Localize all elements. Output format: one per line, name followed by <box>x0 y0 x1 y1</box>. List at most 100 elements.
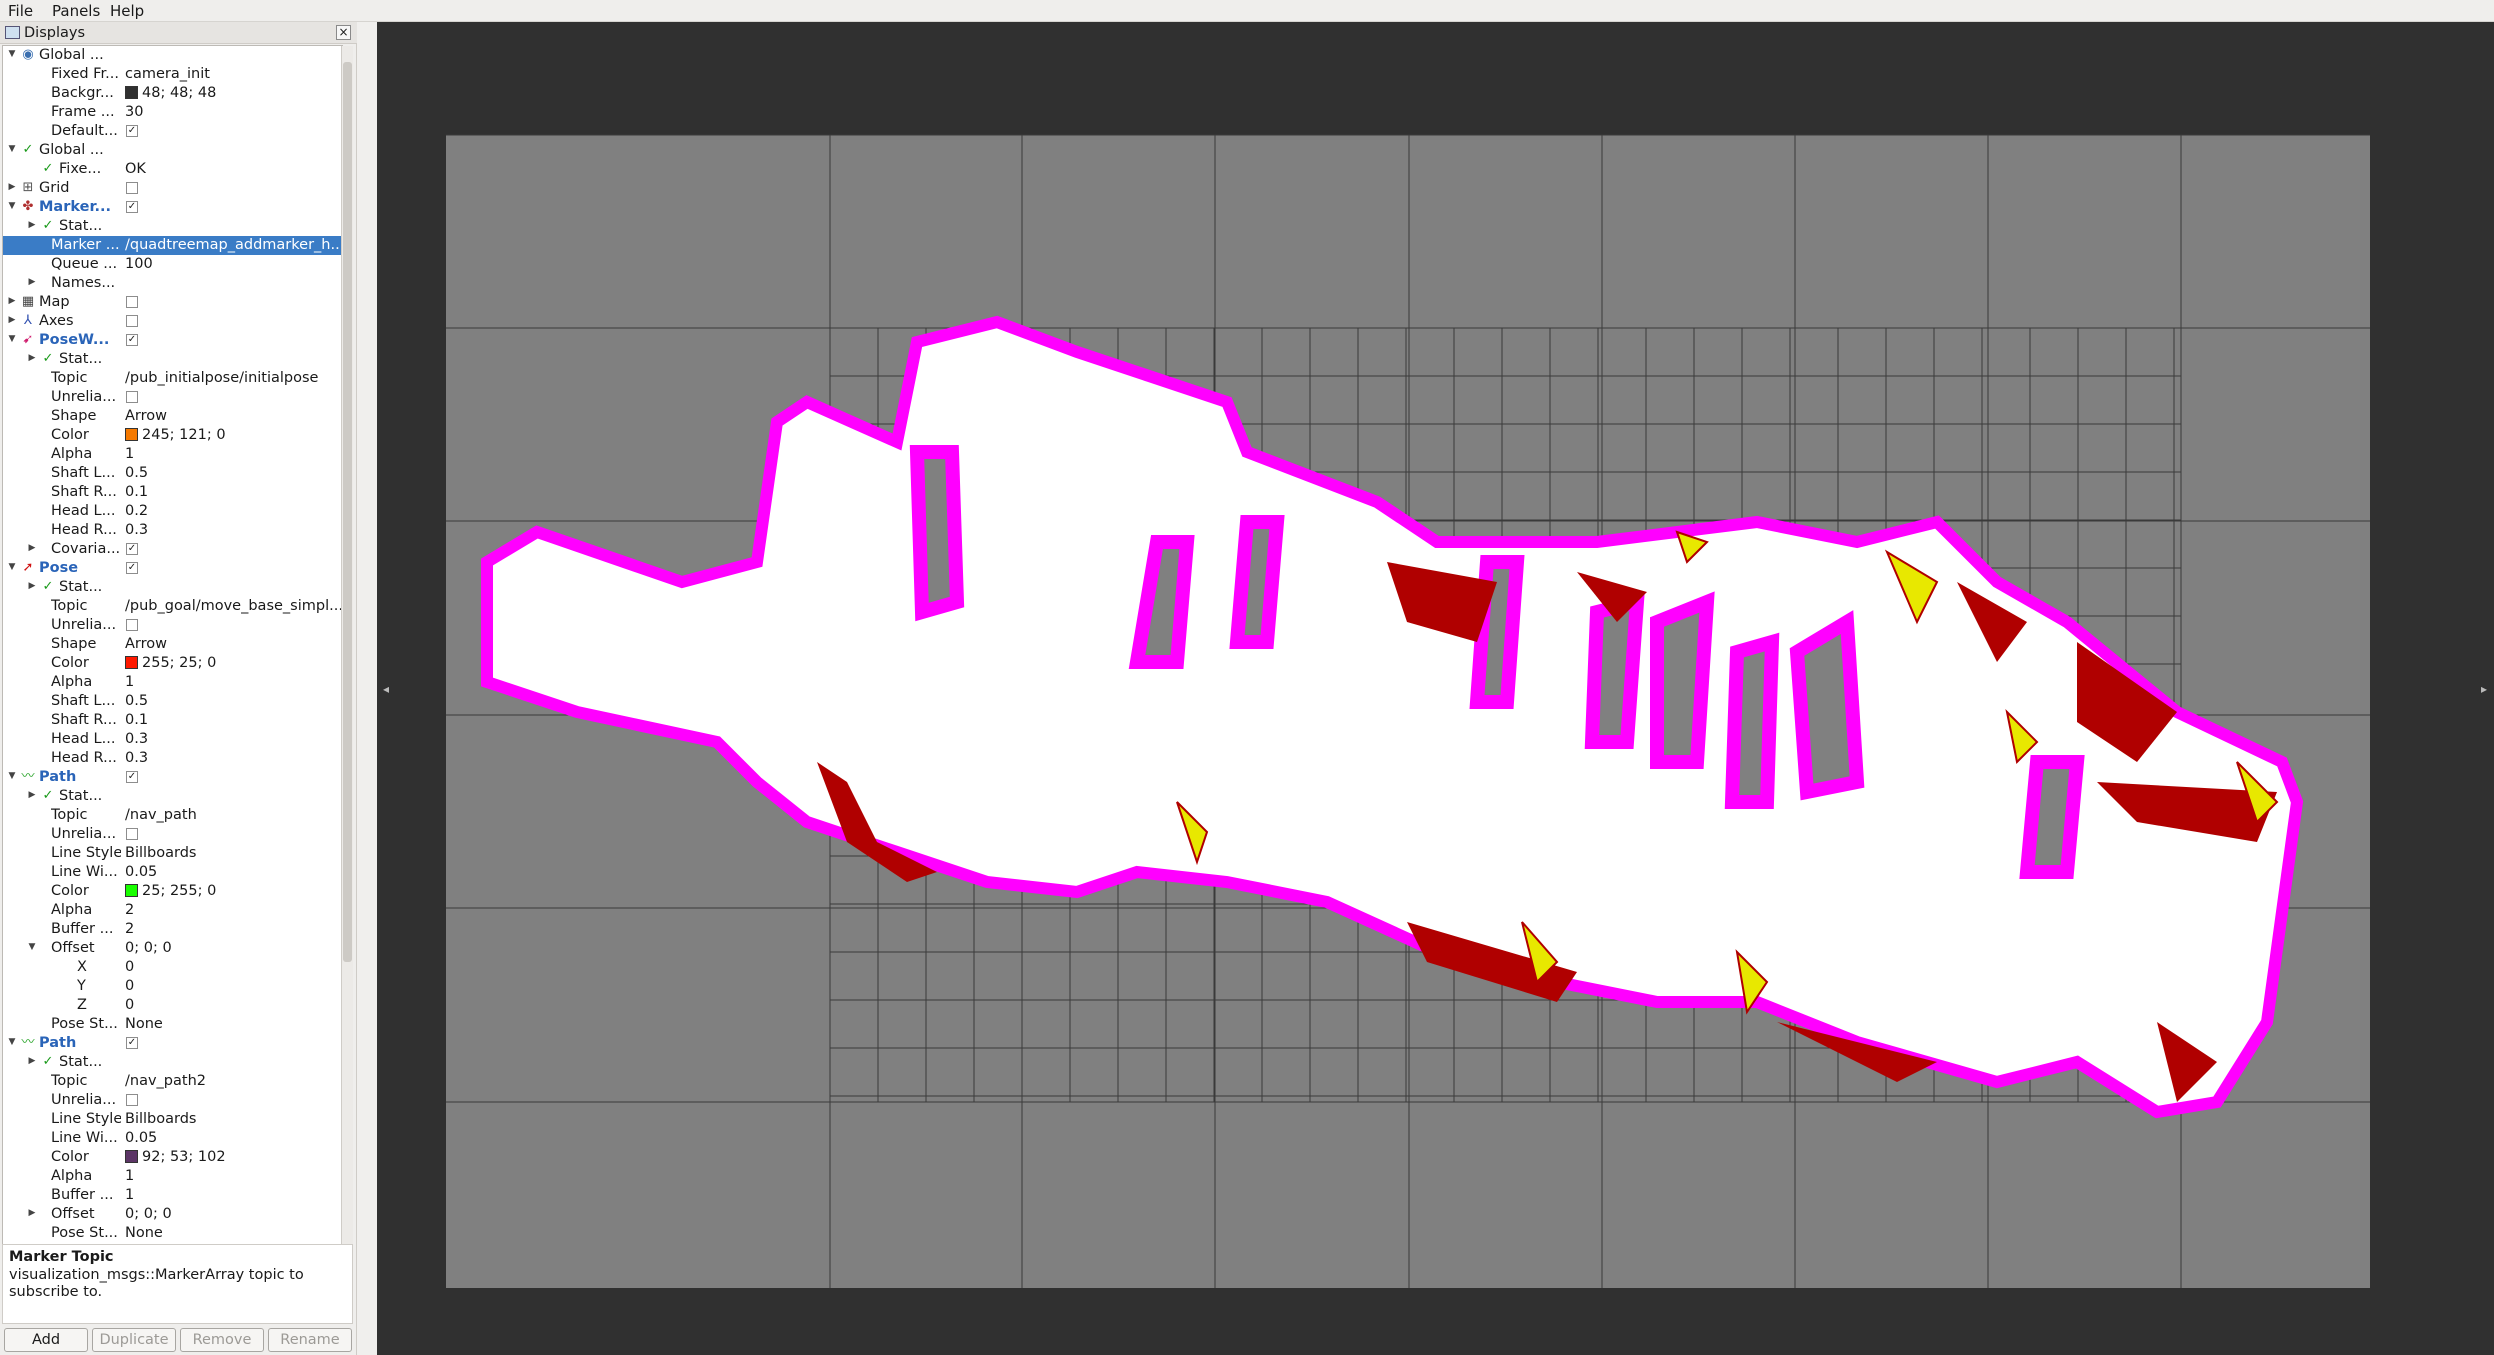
close-icon[interactable]: × <box>336 25 351 40</box>
tree-row[interactable]: Shaft L... 0.5 <box>3 464 342 483</box>
tree-row[interactable]: Shape Arrow <box>3 407 342 426</box>
property-value[interactable]: /nav_path2 <box>125 1073 342 1089</box>
tree-row[interactable]: Alpha 1 <box>3 673 342 692</box>
expand-closed-icon[interactable]: ▶ <box>27 1056 37 1066</box>
property-value[interactable]: camera_init <box>125 66 342 82</box>
property-value[interactable]: Billboards <box>125 1111 342 1127</box>
tree-row[interactable]: Unrelia... <box>3 825 342 844</box>
tree-row[interactable]: Shaft R... 0.1 <box>3 483 342 502</box>
property-value[interactable]: None <box>125 1225 342 1241</box>
expand-closed-icon[interactable]: ▶ <box>27 790 37 800</box>
tree-row[interactable]: Topic/pub_goal/move_base_simpl... <box>3 597 342 616</box>
expand-closed-icon[interactable]: ▶ <box>27 1208 37 1218</box>
tree-row[interactable]: Topic/nav_path2 <box>3 1072 342 1091</box>
tree-row[interactable]: ▶ ⊞ Grid <box>3 179 342 198</box>
menu-help[interactable]: Help <box>110 2 144 20</box>
tree-row[interactable]: Shaft R... 0.1 <box>3 711 342 730</box>
tree-row[interactable]: ▼ ➚ Pose ✓ <box>3 559 342 578</box>
add-button[interactable]: Add <box>4 1328 88 1352</box>
property-checkbox[interactable] <box>126 828 138 840</box>
tree-row[interactable]: Color 245; 121; 0 <box>3 426 342 445</box>
expand-closed-icon[interactable]: ▶ <box>27 220 37 230</box>
property-checkbox[interactable] <box>126 391 138 403</box>
expand-closed-icon[interactable]: ▶ <box>7 315 17 325</box>
tree-row[interactable]: ▼ ➹ PoseW... ✓ <box>3 331 342 350</box>
property-value[interactable]: 0.5 <box>125 465 342 481</box>
tree-row[interactable]: Color 25; 255; 0 <box>3 882 342 901</box>
property-value[interactable]: Billboards <box>125 845 342 861</box>
tree-row[interactable]: Unrelia... <box>3 616 342 635</box>
property-checkbox[interactable]: ✓ <box>126 125 138 137</box>
scrollbar-thumb[interactable] <box>343 62 352 962</box>
tree-row[interactable]: Buffer ... 1 <box>3 1186 342 1205</box>
tree-row[interactable]: ▼ Offset 0; 0; 0 <box>3 939 342 958</box>
tree-row[interactable]: Buffer ... 2 <box>3 920 342 939</box>
property-checkbox[interactable]: ✓ <box>126 562 138 574</box>
property-value[interactable]: OK <box>125 161 342 177</box>
property-value[interactable]: 0 <box>125 997 342 1013</box>
duplicate-button[interactable]: Duplicate <box>92 1328 176 1352</box>
tree-row[interactable]: Unrelia... <box>3 388 342 407</box>
tree-row[interactable]: Alpha 1 <box>3 1167 342 1186</box>
expand-open-icon[interactable]: ▼ <box>27 942 37 952</box>
property-value[interactable]: 1 <box>125 1187 342 1203</box>
expand-closed-icon[interactable]: ▶ <box>27 543 37 553</box>
expand-closed-icon[interactable]: ▶ <box>7 296 17 306</box>
tree-row[interactable]: ✓ Fixe... OK <box>3 160 342 179</box>
expand-open-icon[interactable]: ▼ <box>7 1037 17 1047</box>
tree-row[interactable]: Shape Arrow <box>3 635 342 654</box>
property-value[interactable]: None <box>125 1016 342 1032</box>
property-value[interactable]: /pub_initialpose/initialpose <box>125 370 342 386</box>
property-value[interactable]: 0.05 <box>125 1130 342 1146</box>
property-checkbox[interactable] <box>126 182 138 194</box>
expand-open-icon[interactable]: ▼ <box>7 49 17 59</box>
tree-row[interactable]: ▼ ◉ Global ... <box>3 46 342 65</box>
tree-row[interactable]: Marker ... /quadtreemap_addmarker_h... <box>3 236 342 255</box>
tree-row[interactable]: ▶ Offset 0; 0; 0 <box>3 1205 342 1224</box>
tree-row[interactable]: ▶ ✓ Stat... <box>3 1053 342 1072</box>
property-value[interactable]: /pub_goal/move_base_simpl... <box>125 598 342 614</box>
tree-row[interactable]: Line Wi... 0.05 <box>3 863 342 882</box>
property-value[interactable]: /nav_path <box>125 807 342 823</box>
tree-row[interactable]: ▶ Names... <box>3 274 342 293</box>
property-value[interactable]: 0; 0; 0 <box>125 940 342 956</box>
tree-row[interactable]: ▶ ⅄ Axes <box>3 312 342 331</box>
expand-open-icon[interactable]: ▼ <box>7 144 17 154</box>
display-tree[interactable]: ▼ ◉ Global ... Fixed Fr... camera_init Backgr… <box>2 45 343 1264</box>
property-checkbox[interactable]: ✓ <box>126 1037 138 1049</box>
property-value[interactable]: 1 <box>125 1168 342 1184</box>
property-value[interactable]: 0.2 <box>125 503 342 519</box>
tree-row[interactable]: Head L... 0.3 <box>3 730 342 749</box>
expand-closed-icon[interactable]: ▶ <box>27 581 37 591</box>
property-value[interactable]: 2 <box>125 902 342 918</box>
property-value[interactable]: 48; 48; 48 <box>125 85 342 101</box>
expand-open-icon[interactable]: ▼ <box>7 334 17 344</box>
property-value[interactable]: 92; 53; 102 <box>125 1149 342 1165</box>
expand-open-icon[interactable]: ▼ <box>7 771 17 781</box>
property-value[interactable]: 255; 25; 0 <box>125 655 342 671</box>
property-checkbox[interactable]: ✓ <box>126 771 138 783</box>
property-checkbox[interactable]: ✓ <box>126 543 138 555</box>
remove-button[interactable]: Remove <box>180 1328 264 1352</box>
tree-row[interactable]: Line Style Billboards <box>3 1110 342 1129</box>
tree-row[interactable]: X0 <box>3 958 342 977</box>
property-value[interactable]: 1 <box>125 446 342 462</box>
color-swatch[interactable] <box>125 86 138 99</box>
tree-row[interactable]: Alpha 1 <box>3 445 342 464</box>
3d-render-view[interactable]: ◂ ▸ <box>377 22 2494 1355</box>
expand-open-icon[interactable]: ▼ <box>7 562 17 572</box>
tree-row[interactable]: ▶ ✓ Stat... <box>3 787 342 806</box>
property-value[interactable]: Arrow <box>125 636 342 652</box>
tree-row[interactable]: Queue ... 100 <box>3 255 342 274</box>
tree-row[interactable]: Pose St... None <box>3 1224 342 1243</box>
menu-file[interactable]: File <box>8 2 33 20</box>
property-value[interactable]: 0.1 <box>125 712 342 728</box>
tree-row[interactable]: Line Wi... 0.05 <box>3 1129 342 1148</box>
tree-row[interactable]: ▼ 〰 Path ✓ <box>3 768 342 787</box>
property-checkbox[interactable] <box>126 315 138 327</box>
rename-button[interactable]: Rename <box>268 1328 352 1352</box>
property-value[interactable]: 2 <box>125 921 342 937</box>
tree-row[interactable]: Default... ✓ <box>3 122 342 141</box>
tree-row[interactable]: Fixed Fr... camera_init <box>3 65 342 84</box>
property-value[interactable]: 0; 0; 0 <box>125 1206 342 1222</box>
